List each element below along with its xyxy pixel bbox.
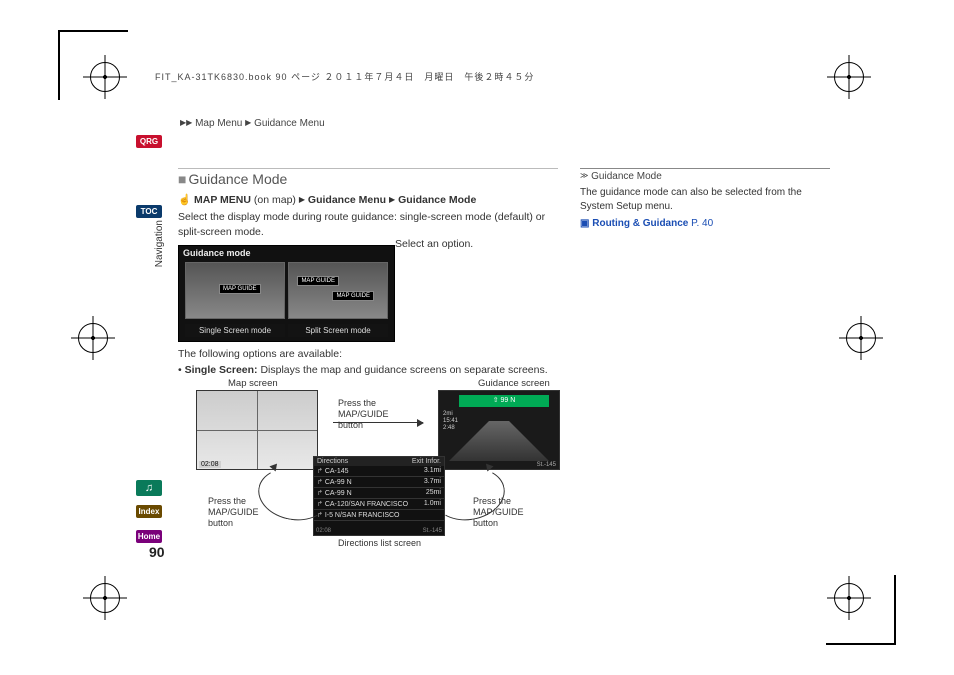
- caption-press-button: Press the MAP/GUIDE button: [473, 496, 533, 528]
- page-number: 90: [149, 544, 165, 560]
- crop-mark: [78, 323, 108, 353]
- breadcrumb: ▶▶ Map Menu ▶ Guidance Menu: [180, 118, 325, 129]
- label-directions-list: Directions list screen: [338, 538, 421, 548]
- sidebar-title: ≫ Guidance Mode: [580, 168, 830, 182]
- step-text: Select an option.: [395, 238, 473, 250]
- print-header: FIT_KA-31TK6830.book 90 ページ ２０１１年７月４日 月曜…: [155, 70, 534, 83]
- crop-mark: [846, 323, 876, 353]
- caption-press-button: Press the MAP/GUIDE button: [208, 496, 268, 528]
- section-title: ■Guidance Mode: [178, 168, 558, 187]
- options-intro: The following options are available:: [178, 348, 558, 360]
- crop-mark: [90, 583, 120, 613]
- crop-mark: [834, 583, 864, 613]
- tab-voice[interactable]: ♫: [136, 480, 162, 496]
- cross-reference-link[interactable]: ▣ Routing & Guidance P. 40: [580, 218, 830, 229]
- screen-flow-diagram: Map screen Guidance screen 02:08 ⇧ 99 N …: [178, 378, 568, 548]
- screenshot-guidance-mode: Guidance mode MAP GUIDE MAP GUIDE MAP GU…: [178, 245, 395, 342]
- body-text: Select the display mode during route gui…: [178, 210, 558, 239]
- tab-toc[interactable]: TOC: [136, 205, 162, 218]
- screenshot-map: 02:08: [196, 390, 318, 470]
- label-guidance-screen: Guidance screen: [478, 378, 550, 389]
- tab-home[interactable]: Home: [136, 530, 162, 543]
- label-map-screen: Map screen: [228, 378, 278, 389]
- sidebar-body: The guidance mode can also be selected f…: [580, 186, 830, 214]
- option-single-screen: Single Screen: Displays the map and guid…: [178, 364, 558, 376]
- caption-press-button: Press the MAP/GUIDE button: [338, 398, 398, 430]
- crop-mark: [90, 62, 120, 92]
- screenshot-guidance: ⇧ 99 N 2mi 15:41 2:48 St.-145: [438, 390, 560, 470]
- screenshot-directions-list: DirectionsExit Infor. CA-1453.1mi CA-99 …: [313, 456, 445, 536]
- tab-qrg[interactable]: QRG: [136, 135, 162, 148]
- tab-index[interactable]: Index: [136, 505, 162, 518]
- section-tab-navigation: Navigation: [154, 220, 165, 267]
- crop-mark: [834, 62, 864, 92]
- menu-path: ☝ MAP MENU (on map) ▶ Guidance Menu ▶ Gu…: [178, 193, 558, 206]
